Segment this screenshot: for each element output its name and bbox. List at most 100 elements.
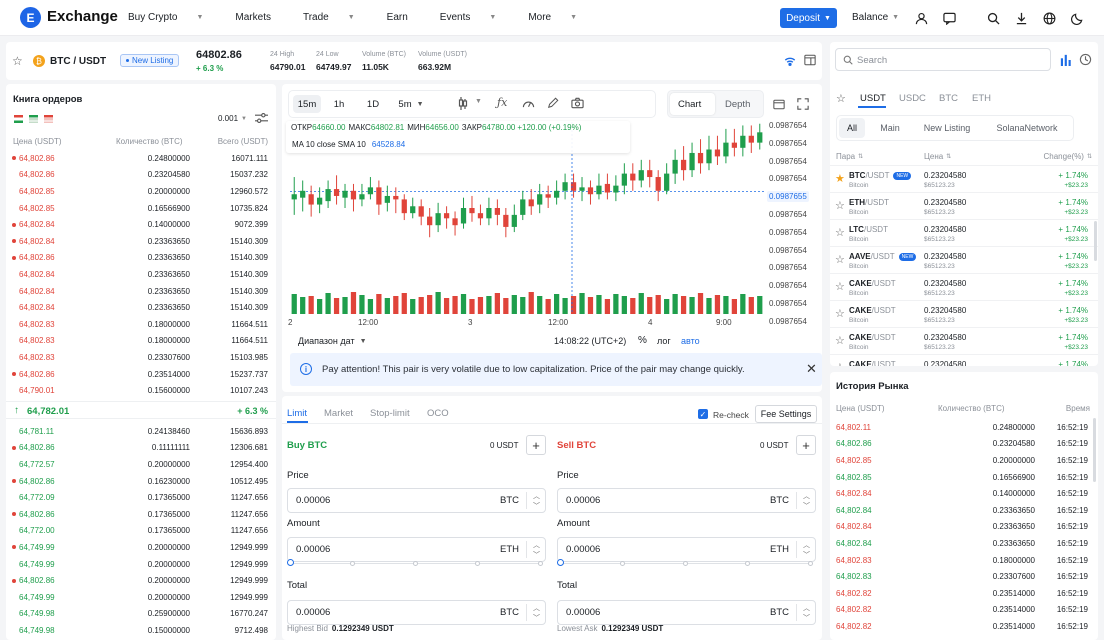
table-row[interactable]: 64,802.84 0.23363650 15140.309	[6, 266, 276, 283]
table-row[interactable]: 64,802.85 0.20000000 12960.572	[6, 183, 276, 200]
timeframe-15m[interactable]: 15m	[293, 95, 321, 113]
sell-amount-slider[interactable]	[557, 559, 816, 567]
table-row[interactable]: 64,802.86 0.17365000 11247.656	[6, 506, 276, 523]
buy-amount-slider[interactable]	[287, 559, 546, 567]
layout-panel-icon[interactable]	[804, 54, 816, 68]
slider-stop[interactable]	[538, 560, 543, 566]
favorite-star-icon[interactable]: ☆	[835, 253, 845, 266]
timeframe-5m[interactable]: 5m ▼	[391, 95, 431, 113]
slider-stop[interactable]	[745, 560, 751, 566]
slider-stop[interactable]	[557, 559, 564, 566]
table-row[interactable]: 64,802.84 0.23363650 15140.309	[6, 283, 276, 300]
tab-market[interactable]: Market	[324, 408, 353, 419]
favorites-star-icon[interactable]: ☆	[836, 92, 846, 105]
market-row[interactable]: ☆CAKE/USDTBitcoin0.23204580$65123.23+ 1.…	[830, 300, 1098, 327]
table-row[interactable]: 64,802.83 0.18000000 11664.511	[6, 333, 276, 350]
stepper-up-icon[interactable]: ︿	[533, 540, 540, 550]
chevron-down-icon[interactable]: ▼	[475, 98, 482, 105]
download-icon[interactable]	[1012, 9, 1030, 27]
quote-tab-usdc[interactable]: USDC	[899, 93, 926, 104]
brand-logo-icon[interactable]: E	[20, 7, 41, 28]
market-row[interactable]: ☆CAKE/USDTBitcoin0.23204580$65123.23+ 1.…	[830, 327, 1098, 354]
buy-total-input[interactable]: 0.00006 BTC ︿ ﹀	[287, 600, 546, 625]
buy-add-funds-button[interactable]: +	[526, 435, 546, 455]
speedometer-icon[interactable]	[522, 97, 535, 111]
nav-item-markets[interactable]: Markets	[235, 12, 287, 23]
filter-main[interactable]: Main	[870, 118, 910, 138]
col-price[interactable]: Цена ⇅	[924, 152, 951, 161]
user-icon[interactable]	[912, 9, 930, 27]
scale-auto-toggle[interactable]: авто	[681, 336, 700, 346]
slider-stop[interactable]	[808, 560, 813, 566]
market-search-input[interactable]: Search	[835, 48, 1051, 71]
col-pair[interactable]: Пара ⇅	[836, 152, 863, 161]
deposit-button[interactable]: Deposit ▼	[780, 8, 837, 28]
timeframe-1h[interactable]: 1h	[323, 95, 355, 113]
sell-price-input[interactable]: 0.00006 BTC ︿ ﹀	[557, 488, 816, 513]
close-icon[interactable]: ✕	[806, 361, 817, 377]
tab-depth[interactable]: Depth	[725, 99, 750, 110]
table-row[interactable]: 64,781.11 0.24138460 15636.893	[6, 423, 276, 440]
table-row[interactable]: 64,802.86 0.23363650 15140.309	[6, 250, 276, 267]
table-row[interactable]: 64,802.86 0.24800000 16071.111	[6, 150, 276, 167]
fee-settings-button[interactable]: Fee Settings	[755, 405, 817, 423]
nav-item-earn[interactable]: Earn	[387, 12, 424, 23]
stepper-up-icon[interactable]: ︿	[533, 491, 540, 501]
balance-menu[interactable]: Balance ▼	[852, 12, 899, 23]
slider-stop[interactable]	[619, 560, 625, 566]
search-icon[interactable]	[984, 9, 1002, 27]
quote-tab-eth[interactable]: ETH	[972, 93, 991, 104]
brand-name[interactable]: Exchange	[47, 8, 118, 25]
table-row[interactable]: 64,802.86 0.11111111 12306.681	[6, 440, 276, 457]
recheck-checkbox[interactable]: ✓	[698, 409, 708, 419]
markets-scrollbar[interactable]	[1094, 221, 1097, 261]
stepper-down-icon[interactable]: ﹀	[803, 501, 810, 511]
tab-chart[interactable]: Chart	[678, 99, 701, 110]
favorite-star-icon[interactable]: ☆	[835, 361, 845, 366]
table-row[interactable]: 64,749.99 0.20000000 12949.999	[6, 556, 276, 573]
table-row[interactable]: 64,772.09 0.17365000 11247.656	[6, 489, 276, 506]
fullscreen-icon[interactable]	[797, 98, 809, 112]
sell-total-input[interactable]: 0.00006 BTC ︿ ﹀	[557, 600, 816, 625]
view-bids-icon[interactable]	[29, 115, 38, 123]
scale-log-toggle[interactable]: лог	[657, 336, 671, 346]
tab-limit[interactable]: Limit	[287, 408, 307, 419]
history-clock-icon[interactable]	[1079, 53, 1092, 68]
stepper-down-icon[interactable]: ﹀	[803, 613, 810, 623]
market-row[interactable]: ★ BTC/USDT NEW Bitcoin 0.23204580 $65123.23 + …	[830, 165, 1098, 192]
window-icon[interactable]	[773, 99, 785, 112]
table-row[interactable]: 64,772.57 0.20000000 12954.400	[6, 456, 276, 473]
favorite-star-icon[interactable]: ☆	[835, 280, 845, 293]
market-row[interactable]: ☆ AAVE/USDT NEW Bitcoin 0.23204580 $65123.23 +…	[830, 246, 1098, 273]
draw-pencil-icon[interactable]	[547, 97, 559, 111]
buy-price-input[interactable]: 0.00006 BTC ︿ ﹀	[287, 488, 546, 513]
stepper-up-icon[interactable]: ︿	[803, 540, 810, 550]
stepper-up-icon[interactable]: ︿	[803, 491, 810, 501]
slider-stop[interactable]	[349, 560, 355, 566]
globe-icon[interactable]	[1040, 9, 1058, 27]
favorite-star-icon[interactable]: ☆	[835, 226, 845, 239]
table-row[interactable]: 64,802.84 0.14000000 9072.399	[6, 216, 276, 233]
chart-bars-icon[interactable]	[1060, 54, 1072, 68]
stepper-down-icon[interactable]: ﹀	[533, 501, 540, 511]
dark-mode-moon-icon[interactable]	[1068, 9, 1086, 27]
table-row[interactable]: 64,802.86 0.20000000 12949.999	[6, 572, 276, 589]
favorite-star-icon[interactable]: ☆	[12, 54, 23, 68]
table-row[interactable]: 64,802.86 0.16230000 10512.495	[6, 473, 276, 490]
timeframe-1d[interactable]: 1D	[357, 95, 389, 113]
indicators-fx-icon[interactable]: ƒx	[497, 96, 507, 109]
col-change[interactable]: Change(%) ⇅	[1044, 152, 1093, 161]
filter-solananetwork[interactable]: SolanaNetwork	[987, 118, 1067, 138]
pair-name[interactable]: BTC / USDT	[50, 56, 106, 67]
nav-item-trade[interactable]: Trade ▼	[303, 12, 371, 23]
nav-item-buy-crypto[interactable]: Buy Crypto ▼	[128, 12, 219, 23]
view-asks-icon[interactable]	[44, 115, 53, 123]
table-row[interactable]: 64,802.83 0.18000000 11664.511	[6, 316, 276, 333]
quote-tab-usdt[interactable]: USDT	[860, 93, 886, 104]
sell-add-funds-button[interactable]: +	[796, 435, 816, 455]
tab-stop-limit[interactable]: Stop-limit	[370, 408, 410, 419]
precision-select[interactable]: 0.001 ▼	[218, 114, 247, 123]
table-row[interactable]: 64,790.01 0.15600000 10107.243	[6, 382, 276, 399]
table-row[interactable]: 64,802.83 0.23307600 15103.985	[6, 349, 276, 366]
filter-new-listing[interactable]: New Listing	[914, 118, 980, 138]
